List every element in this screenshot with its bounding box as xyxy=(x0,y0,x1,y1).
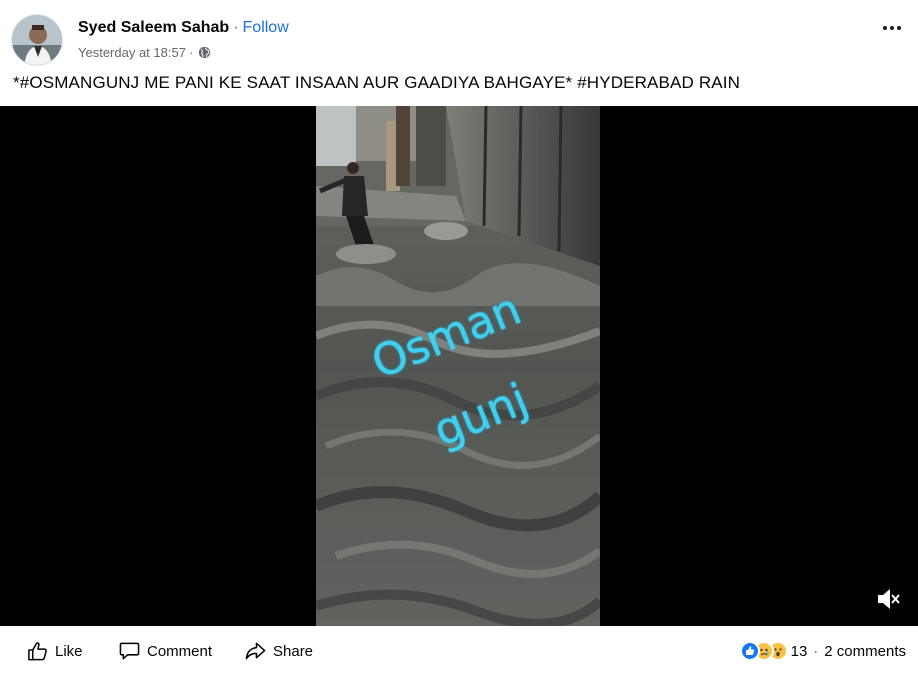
post-timestamp[interactable]: Yesterday at 18:57 xyxy=(78,45,186,60)
name-separator: · xyxy=(233,19,239,36)
post-caption: *#OSMANGUNJ ME PANI KE SAAT INSAAN AUR G… xyxy=(13,73,741,92)
more-options-icon[interactable] xyxy=(880,18,904,38)
comment-button[interactable]: Comment xyxy=(119,641,212,661)
post-action-bar: Like Comment Share 13 · 2 comments xyxy=(0,626,918,676)
video-frame: Osman gunj xyxy=(316,106,600,626)
like-button[interactable]: Like xyxy=(27,641,83,661)
meta-separator: · xyxy=(188,45,194,60)
reaction-summary[interactable]: 13 · 2 comments xyxy=(739,641,906,661)
share-icon xyxy=(245,642,266,660)
globe-icon[interactable] xyxy=(198,46,211,59)
facebook-post: Syed Saleem Sahab · Follow Yesterday at 18… xyxy=(0,0,918,676)
reaction-separator: · xyxy=(813,642,819,660)
share-button[interactable]: Share xyxy=(245,641,313,661)
like-label: Like xyxy=(55,642,83,660)
reaction-count[interactable]: 13 xyxy=(791,643,808,660)
comment-label: Comment xyxy=(147,642,213,660)
author-name[interactable]: Syed Saleem Sahab xyxy=(78,19,229,36)
comment-icon xyxy=(119,642,140,660)
share-label: Share xyxy=(273,642,314,660)
like-reaction-icon xyxy=(739,641,760,661)
author-avatar[interactable] xyxy=(11,14,63,66)
post-meta: Yesterday at 18:57 · xyxy=(78,45,211,60)
comments-count[interactable]: 2 comments xyxy=(824,643,906,660)
volume-muted-icon[interactable] xyxy=(875,586,901,612)
follow-button[interactable]: Follow xyxy=(243,19,289,36)
author-line: Syed Saleem Sahab · Follow xyxy=(78,19,289,37)
video-player[interactable]: Osman gunj xyxy=(0,106,918,626)
thumbs-up-icon xyxy=(28,642,47,661)
